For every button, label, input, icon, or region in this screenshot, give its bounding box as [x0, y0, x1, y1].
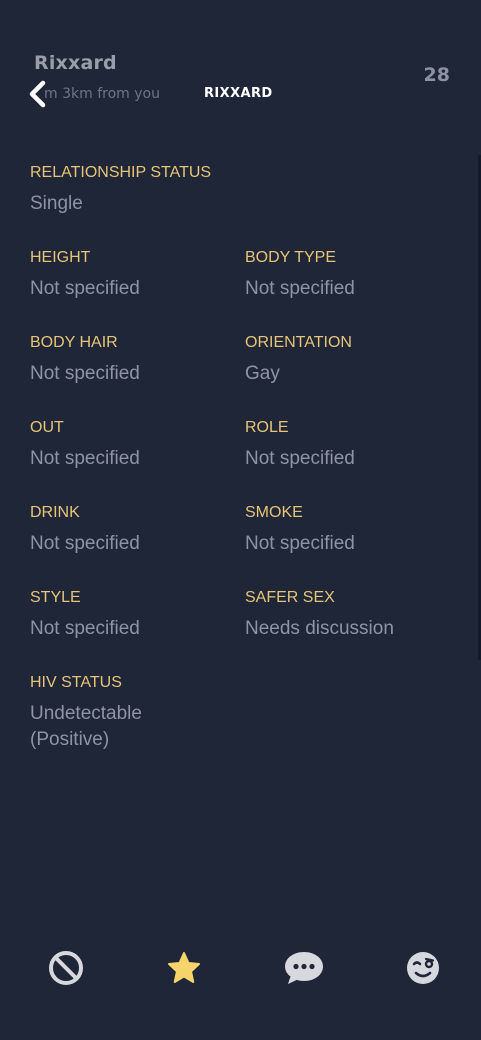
chat-bubble-icon: [285, 952, 323, 984]
favorite-button[interactable]: [154, 935, 214, 1001]
body-type-value: Not specified: [245, 278, 355, 299]
age-value: 28: [423, 64, 450, 86]
details-row: RELATIONSHIP STATUS Single: [30, 160, 460, 245]
header: Rixxard m 3km from you RIXXARD 28: [0, 0, 481, 130]
profile-details: RELATIONSHIP STATUS Single HEIGHT Not sp…: [30, 160, 460, 755]
details-row: OUT Not specified ROLE Not specified: [30, 415, 460, 500]
role-label: ROLE: [245, 419, 289, 436]
chat-button[interactable]: [274, 935, 334, 1001]
style-value: Not specified: [30, 618, 140, 639]
body-hair-value: Not specified: [30, 363, 140, 384]
style-field: STYLE Not specified: [30, 585, 245, 670]
height-label: HEIGHT: [30, 249, 91, 266]
out-value: Not specified: [30, 448, 140, 469]
wink-face-icon: [407, 952, 439, 984]
orientation-field: ORIENTATION Gay: [245, 330, 460, 415]
smoke-label: SMOKE: [245, 504, 303, 521]
relationship-status-label: RELATIONSHIP STATUS: [30, 164, 212, 181]
drink-field: DRINK Not specified: [30, 500, 245, 585]
smoke-field: SMOKE Not specified: [245, 500, 460, 585]
body-type-label: BODY TYPE: [245, 249, 336, 266]
profile-screen: Rixxard m 3km from you RIXXARD 28 RELATI…: [0, 0, 481, 1040]
back-button[interactable]: [24, 80, 50, 108]
details-row: DRINK Not specified SMOKE Not specified: [30, 500, 460, 585]
safer-sex-field: SAFER SEX Needs discussion: [245, 585, 460, 670]
bottom-action-bar: [0, 935, 481, 1005]
drink-value: Not specified: [30, 533, 140, 554]
hiv-status-label: HIV STATUS: [30, 674, 122, 691]
height-field: HEIGHT Not specified: [30, 245, 245, 330]
header-title: RIXXARD: [204, 86, 273, 101]
profile-name: Rixxard: [34, 52, 117, 74]
role-field: ROLE Not specified: [245, 415, 460, 500]
relationship-status-value: Single: [30, 193, 83, 214]
style-label: STYLE: [30, 589, 81, 606]
hiv-status-value: Undetectable (Positive): [30, 703, 142, 750]
out-field: OUT Not specified: [30, 415, 245, 500]
drink-label: DRINK: [30, 504, 80, 521]
star-icon: [168, 952, 200, 983]
body-type-field: BODY TYPE Not specified: [245, 245, 460, 330]
chevron-left-icon: [29, 80, 46, 108]
role-value: Not specified: [245, 448, 355, 469]
details-row: STYLE Not specified SAFER SEX Needs disc…: [30, 585, 460, 670]
details-row: HIV STATUS Undetectable (Positive): [30, 670, 460, 755]
relationship-status-field: RELATIONSHIP STATUS Single: [30, 160, 262, 245]
block-button[interactable]: [36, 935, 96, 1001]
out-label: OUT: [30, 419, 64, 436]
safer-sex-label: SAFER SEX: [245, 589, 335, 606]
smoke-value: Not specified: [245, 533, 355, 554]
orientation-label: ORIENTATION: [245, 334, 352, 351]
body-hair-label: BODY HAIR: [30, 334, 118, 351]
details-row: BODY HAIR Not specified ORIENTATION Gay: [30, 330, 460, 415]
tap-button[interactable]: [393, 935, 453, 1001]
hiv-status-field: HIV STATUS Undetectable (Positive): [30, 670, 262, 755]
details-row: HEIGHT Not specified BODY TYPE Not speci…: [30, 245, 460, 330]
block-icon: [49, 951, 83, 985]
height-value: Not specified: [30, 278, 140, 299]
orientation-value: Gay: [245, 363, 280, 384]
safer-sex-value: Needs discussion: [245, 618, 394, 639]
body-hair-field: BODY HAIR Not specified: [30, 330, 245, 415]
distance-text: m 3km from you: [44, 86, 160, 102]
